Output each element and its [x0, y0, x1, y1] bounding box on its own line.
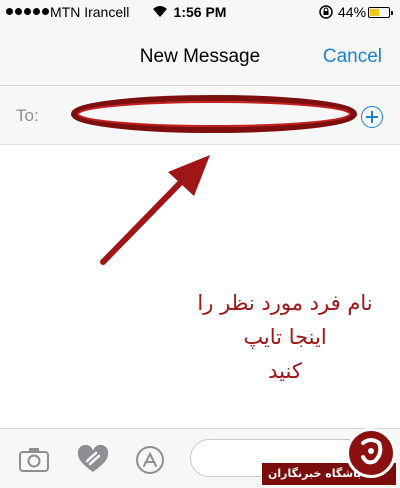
digital-touch-icon[interactable]: [76, 444, 110, 475]
navigation-bar: New Message Cancel: [0, 26, 400, 86]
app-store-icon[interactable]: [134, 445, 168, 475]
camera-icon[interactable]: [18, 445, 52, 475]
rotation-lock-icon: [318, 4, 334, 23]
battery-icon: [368, 7, 393, 18]
watermark-logo: [346, 428, 396, 478]
to-label: To:: [16, 106, 39, 125]
annotation-line-1: نام فرد مورد نظر را اینجا تایپ: [197, 291, 373, 349]
annotation-arrow: [100, 175, 188, 265]
recipient-input[interactable]: [52, 93, 352, 135]
annotation-arrowhead: [168, 155, 210, 196]
annotation-caption: نام فرد مورد نظر را اینجا تایپ کنید: [190, 286, 380, 388]
watermark-text: باشگاه خبرنگاران: [268, 467, 362, 480]
add-contact-button[interactable]: [361, 106, 383, 128]
annotation-line-2: کنید: [268, 359, 302, 383]
battery-percentage: 44%: [338, 4, 367, 20]
status-bar: MTN Irancell 1:56 PM 44%: [0, 0, 400, 26]
cancel-button[interactable]: Cancel: [323, 46, 382, 68]
recipient-row: To:: [0, 87, 400, 145]
